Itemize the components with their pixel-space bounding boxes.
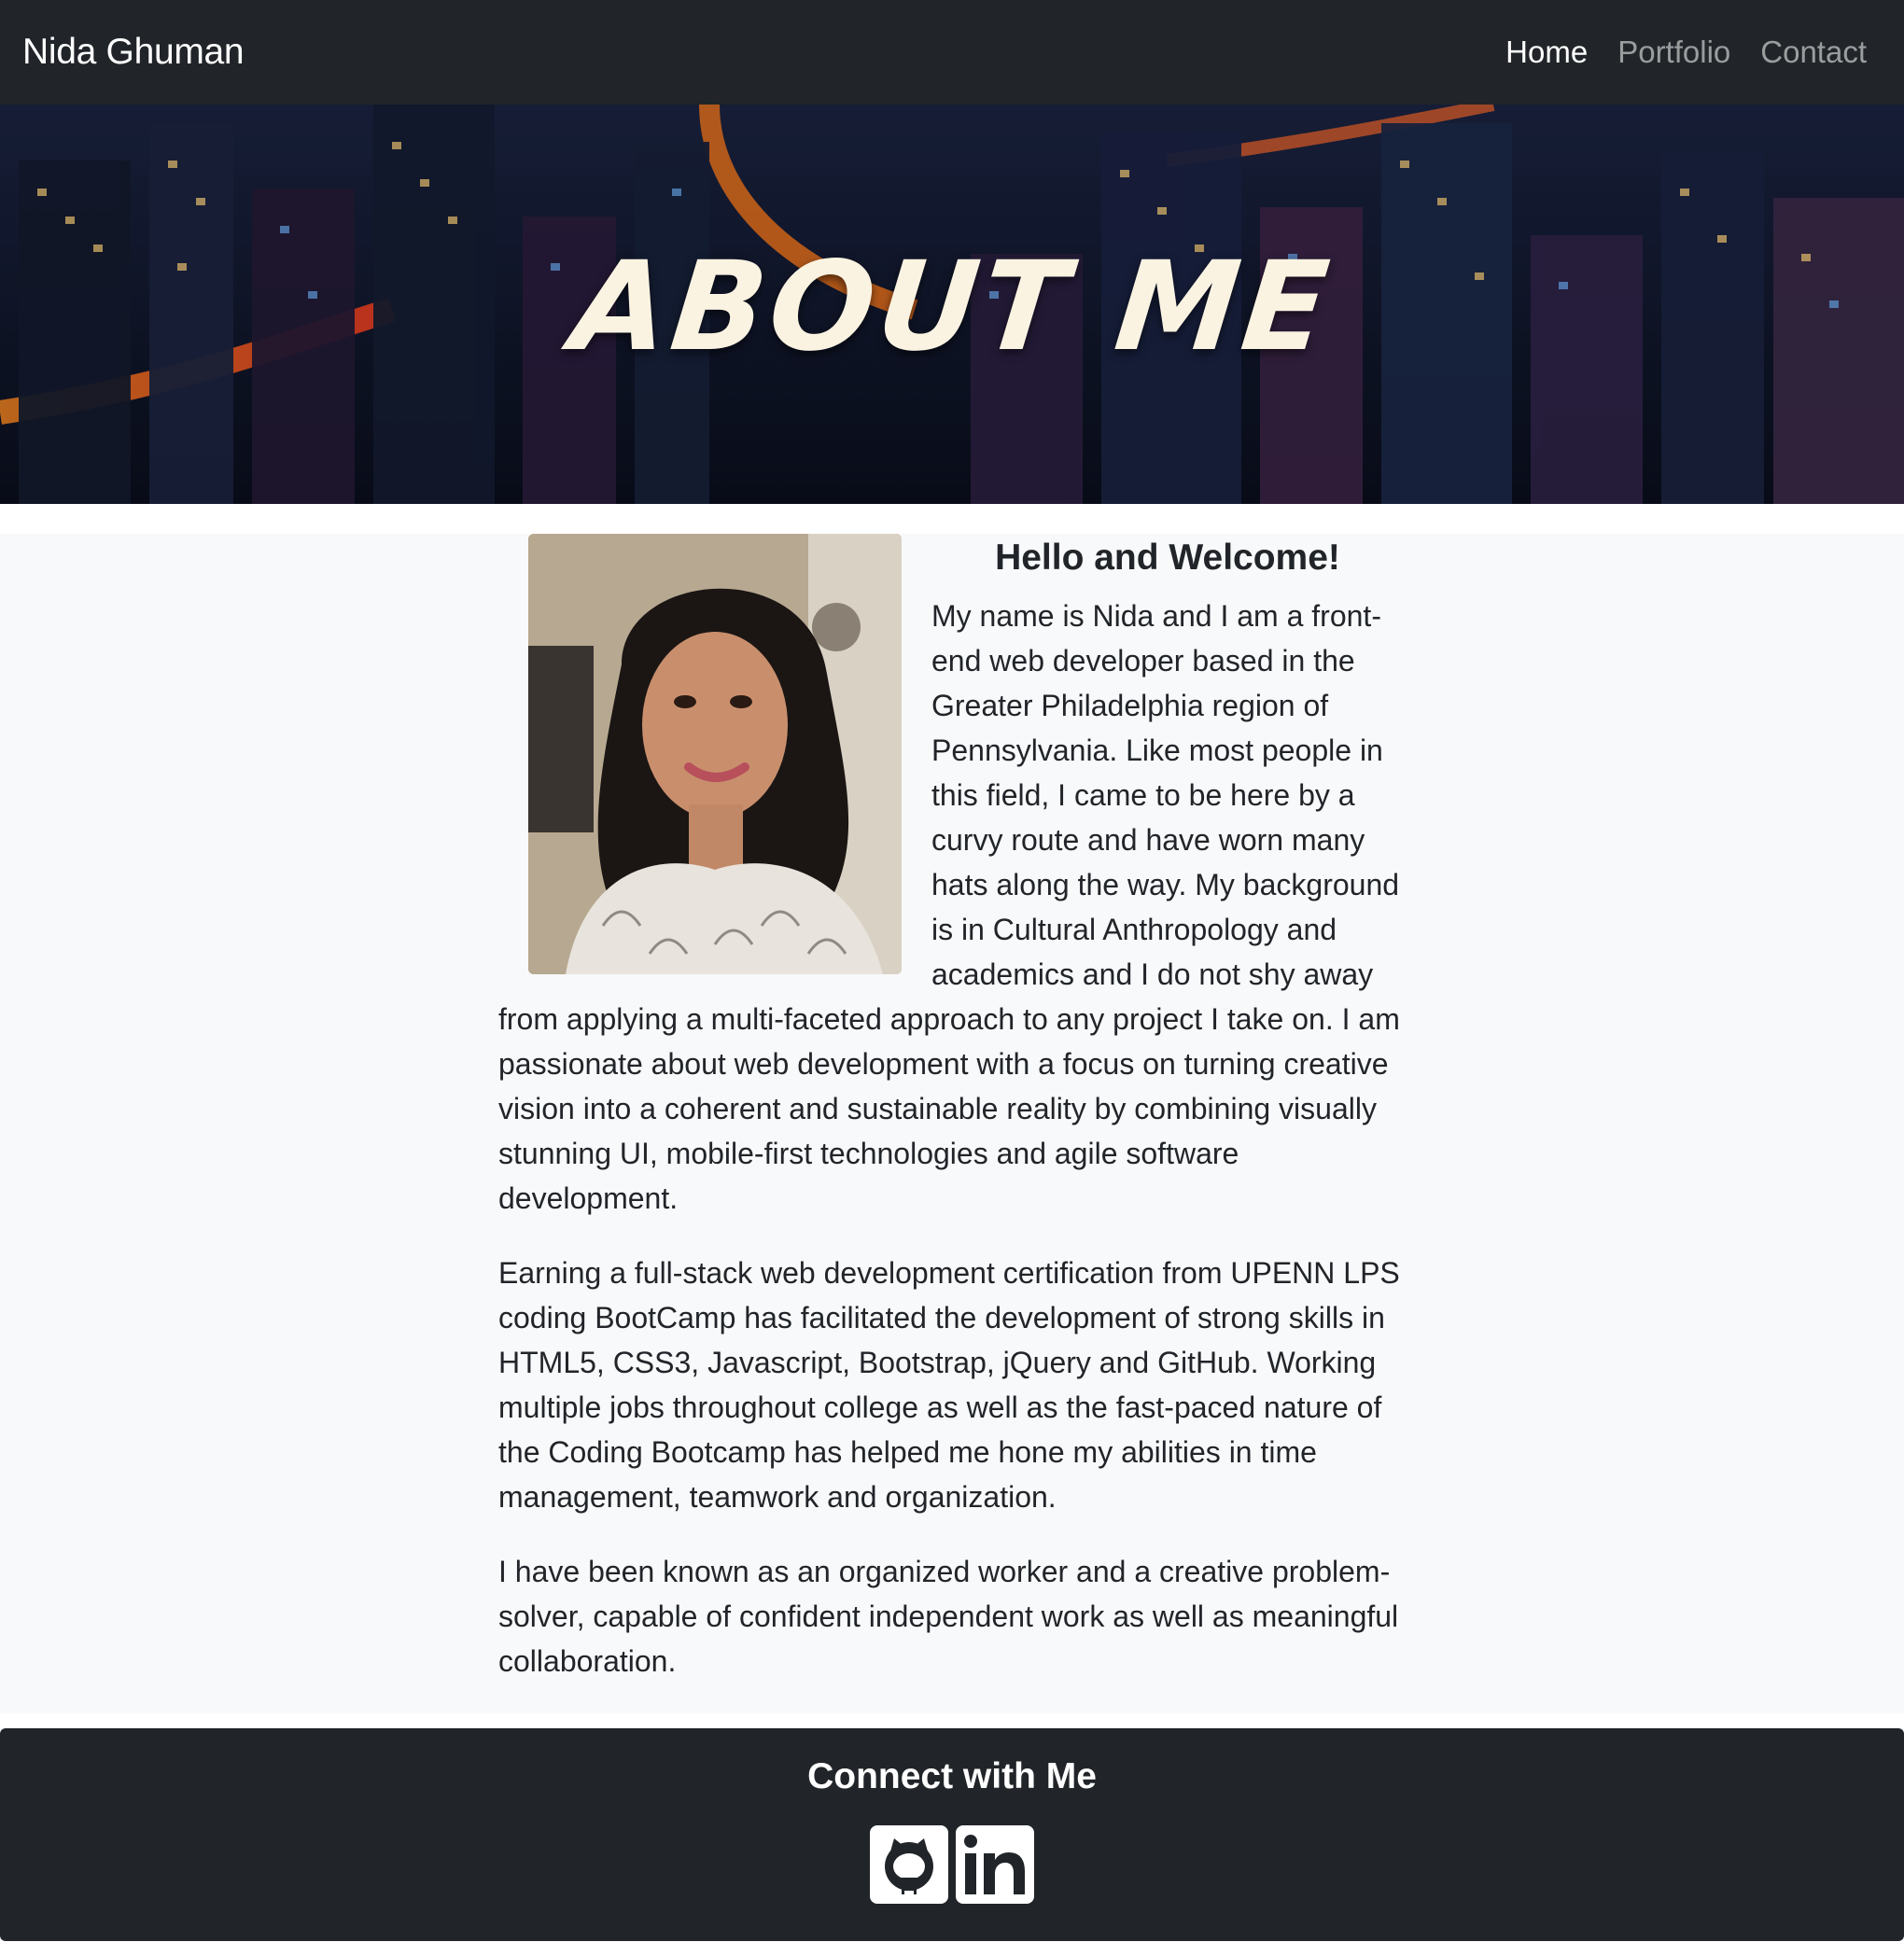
about-paragraph-2: Earning a full-stack web development cer… (498, 1256, 1400, 1514)
github-link[interactable] (870, 1825, 948, 1904)
linkedin-icon (956, 1825, 1034, 1904)
about-paragraph-3: I have been known as an organized worker… (498, 1555, 1399, 1678)
about-container: Hello and Welcome! My name is Nida and I… (498, 534, 1404, 1713)
github-icon (870, 1825, 948, 1904)
hero-banner: ABOUT ME (0, 105, 1904, 504)
profile-photo-image (528, 534, 902, 974)
linkedin-link[interactable] (956, 1825, 1034, 1904)
nav-link-contact[interactable]: Contact (1760, 35, 1867, 70)
about-section: Hello and Welcome! My name is Nida and I… (0, 534, 1904, 1713)
brand-link[interactable]: Nida Ghuman (22, 32, 245, 73)
social-links (870, 1825, 1034, 1904)
navbar: Nida Ghuman Home Portfolio Contact (0, 0, 1904, 105)
profile-photo (528, 534, 902, 974)
nav-link-portfolio[interactable]: Portfolio (1617, 35, 1730, 70)
footer: Connect with Me (0, 1728, 1904, 1941)
footer-title: Connect with Me (807, 1756, 1097, 1796)
hero-title: ABOUT ME (566, 235, 1338, 379)
nav-link-home[interactable]: Home (1505, 35, 1588, 70)
nav-links: Home Portfolio Contact (1505, 35, 1867, 70)
